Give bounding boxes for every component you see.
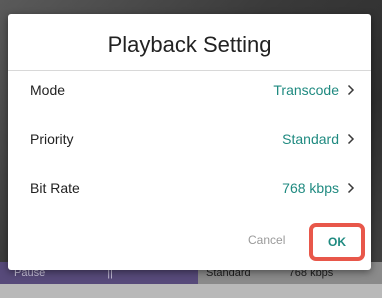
setting-row-priority[interactable]: Priority Standard	[8, 124, 371, 154]
setting-row-mode[interactable]: Mode Transcode	[8, 75, 371, 105]
chevron-right-icon	[347, 84, 355, 96]
background-bottom-strip	[0, 284, 382, 298]
bit-rate-value-group: 768 kbps	[282, 180, 355, 196]
chevron-right-icon	[347, 133, 355, 145]
priority-value-group: Standard	[282, 131, 355, 147]
playback-setting-dialog: Playback Setting Mode Transcode Priority…	[8, 14, 371, 270]
cancel-button[interactable]: Cancel	[248, 233, 285, 247]
ok-button[interactable]: OK	[309, 223, 365, 261]
mode-value-group: Transcode	[273, 82, 355, 98]
priority-value: Standard	[282, 131, 339, 147]
priority-label: Priority	[30, 131, 74, 147]
ok-label: OK	[328, 235, 346, 249]
bit-rate-label: Bit Rate	[30, 180, 80, 196]
mode-label: Mode	[30, 82, 66, 98]
mode-value: Transcode	[273, 82, 339, 98]
setting-row-bit-rate[interactable]: Bit Rate 768 kbps	[8, 173, 371, 203]
dialog-actions: Cancel OK	[8, 222, 371, 262]
dialog-title: Playback Setting	[107, 32, 272, 57]
chevron-right-icon	[347, 182, 355, 194]
title-divider	[8, 70, 371, 71]
bit-rate-value: 768 kbps	[282, 180, 339, 196]
